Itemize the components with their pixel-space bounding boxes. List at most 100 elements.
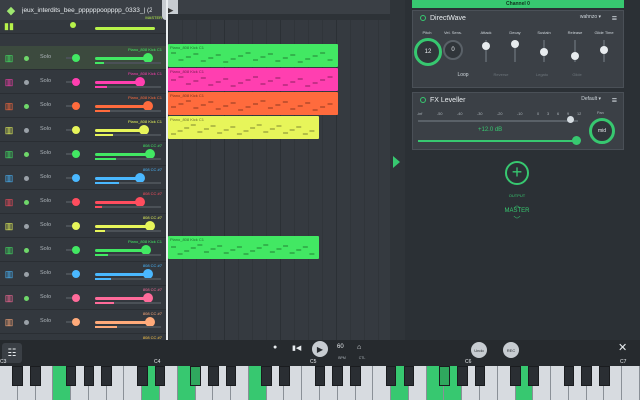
pattern-clip[interactable]: Piano_808 Kick C1 xyxy=(168,116,319,139)
black-key[interactable] xyxy=(136,366,148,386)
rec-button[interactable]: REC xyxy=(503,342,519,358)
black-key[interactable] xyxy=(332,366,344,386)
rack-row[interactable]: ▥ 808 CC #7 Solo xyxy=(0,262,166,286)
insert-name[interactable]: MASTER xyxy=(498,208,536,214)
mute-led[interactable] xyxy=(24,128,29,133)
preset-select[interactable]: wahnzo ▾ xyxy=(580,14,601,20)
black-key[interactable] xyxy=(208,366,219,386)
rack-row[interactable]: ▥ 808 CC #7 Solo xyxy=(0,166,166,190)
tempo-value[interactable]: 60 xyxy=(337,344,344,350)
solo-toggle[interactable]: Solo xyxy=(40,54,51,60)
undo-button[interactable]: Undo xyxy=(471,342,487,358)
slider-thumb[interactable] xyxy=(540,48,548,56)
pattern-clip[interactable]: Piano_808 Kick C1 xyxy=(168,44,338,67)
pattern-clip[interactable]: Piano_808 Kick C1 xyxy=(168,92,338,115)
slider-thumb[interactable] xyxy=(511,40,519,48)
black-key[interactable] xyxy=(439,366,450,386)
black-key[interactable] xyxy=(350,366,361,386)
black-key[interactable] xyxy=(154,366,166,386)
envelope-slider[interactable] xyxy=(511,40,519,62)
black-key[interactable] xyxy=(403,366,415,386)
menu-icon[interactable]: ≡ xyxy=(612,95,617,105)
mute-led[interactable] xyxy=(24,200,29,205)
mute-led[interactable] xyxy=(24,56,29,61)
channel-header[interactable]: Channel 0 xyxy=(412,0,624,8)
black-key[interactable] xyxy=(225,366,237,386)
volume-knob[interactable] xyxy=(72,126,80,134)
solo-toggle[interactable]: Solo xyxy=(40,126,51,132)
volume-knob[interactable] xyxy=(72,222,80,230)
piano-icon[interactable]: ▥ xyxy=(3,148,15,160)
black-key[interactable] xyxy=(190,366,201,386)
pitch-knob[interactable]: 12 xyxy=(414,38,442,66)
rack-row[interactable]: ▥ 808 CC #7 Solo xyxy=(0,310,166,334)
power-icon[interactable] xyxy=(420,97,426,103)
menu-icon[interactable]: ≡ xyxy=(612,13,617,23)
metronome-icon[interactable]: ⌂ xyxy=(357,344,361,351)
project-title[interactable]: jeux_interdits_bee_ppppppoopppp_0333_| (… xyxy=(22,7,152,14)
rack-row[interactable]: ▥ 808 CC #7 Solo xyxy=(0,286,166,310)
gain-thumb[interactable] xyxy=(572,136,581,145)
mute-led[interactable] xyxy=(70,22,76,28)
stop-icon[interactable]: ▮◀ xyxy=(292,344,301,352)
volume-knob[interactable] xyxy=(72,150,80,158)
volume-knob[interactable] xyxy=(72,270,80,278)
slider-thumb[interactable] xyxy=(600,46,608,54)
black-key[interactable] xyxy=(279,366,290,386)
solo-toggle[interactable]: Solo xyxy=(40,246,51,252)
add-plugin-button[interactable]: + xyxy=(505,161,529,185)
black-key[interactable] xyxy=(456,366,468,386)
mute-led[interactable] xyxy=(24,272,29,277)
chevron-down-icon[interactable]: ﹀ xyxy=(511,215,523,225)
power-icon[interactable] xyxy=(420,15,426,21)
gain-value[interactable]: +12.0 dB xyxy=(478,127,502,133)
rack-row[interactable]: ▮▮ MASTER xyxy=(0,14,166,34)
volume-knob[interactable] xyxy=(72,246,80,254)
black-key[interactable] xyxy=(12,366,24,386)
black-key[interactable] xyxy=(563,366,575,386)
solo-toggle[interactable]: Solo xyxy=(40,174,51,180)
piano-icon[interactable]: ▥ xyxy=(3,316,15,328)
slider-thumb[interactable] xyxy=(482,42,490,50)
meter-thumb[interactable] xyxy=(567,116,574,123)
white-key[interactable] xyxy=(622,366,640,400)
toggle-label[interactable]: Legato xyxy=(527,72,557,77)
piano-icon[interactable]: ▥ xyxy=(3,100,15,112)
black-key[interactable] xyxy=(101,366,112,386)
rack-row[interactable]: ▥ Piano_808 Kick C1 Solo xyxy=(0,118,166,142)
mute-led[interactable] xyxy=(24,176,29,181)
piano-icon[interactable]: ▥ xyxy=(3,292,15,304)
piano-icon[interactable]: ▥ xyxy=(3,244,15,256)
gain-slider[interactable] xyxy=(418,140,576,142)
black-key[interactable] xyxy=(528,366,539,386)
solo-toggle[interactable]: Solo xyxy=(40,78,51,84)
mute-led[interactable] xyxy=(24,152,29,157)
playlist-area[interactable]: Piano_808 Kick C1 Piano_808 Kick C1 Piano_… xyxy=(168,20,390,340)
black-key[interactable] xyxy=(83,366,95,386)
black-key[interactable] xyxy=(314,366,326,386)
record-icon[interactable]: ● xyxy=(273,344,277,351)
piano-icon[interactable]: ▥ xyxy=(3,196,15,208)
play-button[interactable]: ▶ xyxy=(312,341,328,357)
volume-knob[interactable] xyxy=(72,294,80,302)
solo-toggle[interactable]: Solo xyxy=(40,150,51,156)
slider-thumb[interactable] xyxy=(571,52,579,60)
preset-select[interactable]: Default ▾ xyxy=(581,96,601,102)
toggle-label[interactable]: Glide xyxy=(562,72,592,77)
mute-led[interactable] xyxy=(24,104,29,109)
black-key[interactable] xyxy=(581,366,592,386)
black-key[interactable] xyxy=(474,366,486,386)
black-key[interactable] xyxy=(261,366,272,386)
volume-knob[interactable] xyxy=(72,198,80,206)
rack-row[interactable]: ▥ Piano_808 Kick C1 Solo xyxy=(0,238,166,262)
mute-led[interactable] xyxy=(24,80,29,85)
rack-row[interactable]: ▥ 808 CC #7 Solo xyxy=(0,142,166,166)
solo-toggle[interactable]: Solo xyxy=(40,102,51,108)
envelope-slider[interactable] xyxy=(540,40,548,62)
piano-icon[interactable]: ▥ xyxy=(3,172,15,184)
piano-keyboard[interactable] xyxy=(0,366,640,400)
piano-icon[interactable]: ▥ xyxy=(3,124,15,136)
mute-led[interactable] xyxy=(24,296,29,301)
piano-icon[interactable]: ▥ xyxy=(3,52,15,64)
rack-row[interactable]: ▥ Piano_808 Kick C1 Solo xyxy=(0,70,166,94)
